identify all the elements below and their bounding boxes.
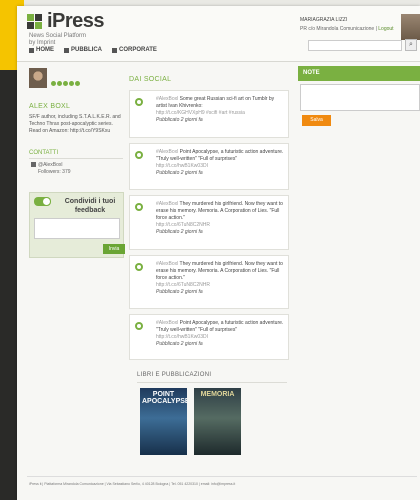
user-avatar[interactable] bbox=[401, 14, 420, 40]
feed-published: Pubblicato 2 giorni fa bbox=[156, 117, 203, 123]
divider bbox=[137, 382, 287, 383]
search-icon[interactable]: ⌕ bbox=[405, 39, 417, 51]
feed-link[interactable]: http://t.co/6TuN8C2NHR bbox=[156, 282, 286, 289]
notes-textarea[interactable] bbox=[300, 84, 420, 111]
publish-icon bbox=[64, 47, 69, 53]
feed-item[interactable]: #AlexBoxl Point Apocalypse, a futuristic… bbox=[129, 314, 289, 360]
feedback-input[interactable] bbox=[34, 218, 120, 239]
book-cover[interactable]: POINT APOCALYPSE bbox=[140, 388, 187, 455]
feedback-toggle[interactable] bbox=[34, 197, 51, 206]
twitter-icon bbox=[31, 162, 36, 168]
star-icon bbox=[69, 81, 74, 86]
feed-published: Pubblicato 2 giorni fa bbox=[156, 229, 203, 235]
profile-avatar bbox=[29, 68, 47, 88]
user-org: PR c/o Mirandola Comunicazione | Logout bbox=[300, 26, 394, 32]
feed-link[interactable]: http://t.co/KGHVXpH9 #scifi #art #russia bbox=[156, 110, 286, 117]
brand-name[interactable]: iPress bbox=[47, 10, 105, 33]
star-icon bbox=[63, 81, 68, 86]
nav-corporate[interactable]: CORPORATE bbox=[112, 47, 157, 53]
profile-bio: SF/F author, including S.T.A.L.K.E.R. an… bbox=[29, 114, 121, 134]
feed-title: DAI SOCIAL bbox=[129, 76, 172, 83]
divider bbox=[29, 158, 123, 159]
nav-publish[interactable]: PUBBLICA bbox=[64, 47, 102, 53]
book-title: MEMORIA bbox=[200, 391, 235, 398]
main-nav: HOME PUBBLICA CORPORATE bbox=[29, 47, 157, 53]
header: iPress News Social Platform by Imprint H… bbox=[17, 6, 420, 62]
book-cover[interactable]: MEMORIA bbox=[194, 388, 241, 455]
corporate-icon bbox=[112, 47, 117, 53]
footer: iPress it | Piattaforma Mirandola Comuni… bbox=[29, 482, 236, 486]
notes-header: NOTE bbox=[298, 66, 420, 81]
rating-stars bbox=[51, 81, 80, 86]
logo-icon bbox=[27, 14, 43, 30]
feed-link[interactable]: http://t.co/hwB1Kw03DI bbox=[156, 163, 286, 170]
feed-item[interactable]: #AlexBoxl They murdered his girlfriend. … bbox=[129, 255, 289, 309]
feed-item[interactable]: #AlexBoxl Point Apocalypse, a futuristic… bbox=[129, 143, 289, 190]
feed-link[interactable]: http://t.co/6TuN8C2NHR bbox=[156, 222, 286, 229]
feed-item-icon bbox=[135, 322, 143, 330]
feed-item-icon bbox=[135, 263, 143, 271]
books-title: LIBRI E PUBBLICAZIONI bbox=[137, 372, 212, 378]
nav-home[interactable]: HOME bbox=[29, 47, 54, 53]
feedback-box: Condividi i tuoi feedback Invia bbox=[29, 192, 125, 258]
feed-published: Pubblicato 2 giorni fa bbox=[156, 170, 203, 176]
feed-item-icon bbox=[135, 151, 143, 159]
feed-published: Pubblicato 2 giorni fa bbox=[156, 341, 203, 347]
feed-item-icon bbox=[135, 203, 143, 211]
contacts-title: CONTATTI bbox=[29, 150, 59, 156]
profile-name: ALEX BOXL bbox=[29, 103, 71, 110]
star-icon bbox=[57, 81, 62, 86]
home-icon bbox=[29, 47, 34, 53]
user-name: MARIAGRAZIA LIZZI bbox=[300, 17, 348, 23]
search-input[interactable] bbox=[308, 40, 402, 51]
star-icon bbox=[51, 81, 56, 86]
feedback-send-button[interactable]: Invia bbox=[103, 244, 125, 254]
contact-twitter[interactable]: @AlexBoxl Followers: 379 bbox=[31, 162, 71, 176]
feedback-title: Condividi i tuoi feedback bbox=[64, 198, 116, 214]
feed-link[interactable]: http://t.co/hwB1Kw03DI bbox=[156, 334, 286, 341]
feed-item[interactable]: #AlexBoxl They murdered his girlfriend. … bbox=[129, 195, 289, 250]
brand-subtitle: News Social Platform by Imprint bbox=[29, 33, 87, 46]
book-title: POINT APOCALYPSE bbox=[142, 391, 187, 405]
notes-save-button[interactable]: Salva bbox=[302, 115, 331, 126]
logout-link[interactable]: Logout bbox=[378, 26, 393, 32]
feed-item-icon bbox=[135, 98, 143, 106]
divider bbox=[27, 476, 417, 477]
feed-published: Pubblicato 2 giorni fa bbox=[156, 289, 203, 295]
page: iPress News Social Platform by Imprint H… bbox=[17, 6, 420, 500]
feed-item[interactable]: #AlexBoxl Some great Russian sci-fi art … bbox=[129, 90, 289, 138]
star-icon bbox=[75, 81, 80, 86]
